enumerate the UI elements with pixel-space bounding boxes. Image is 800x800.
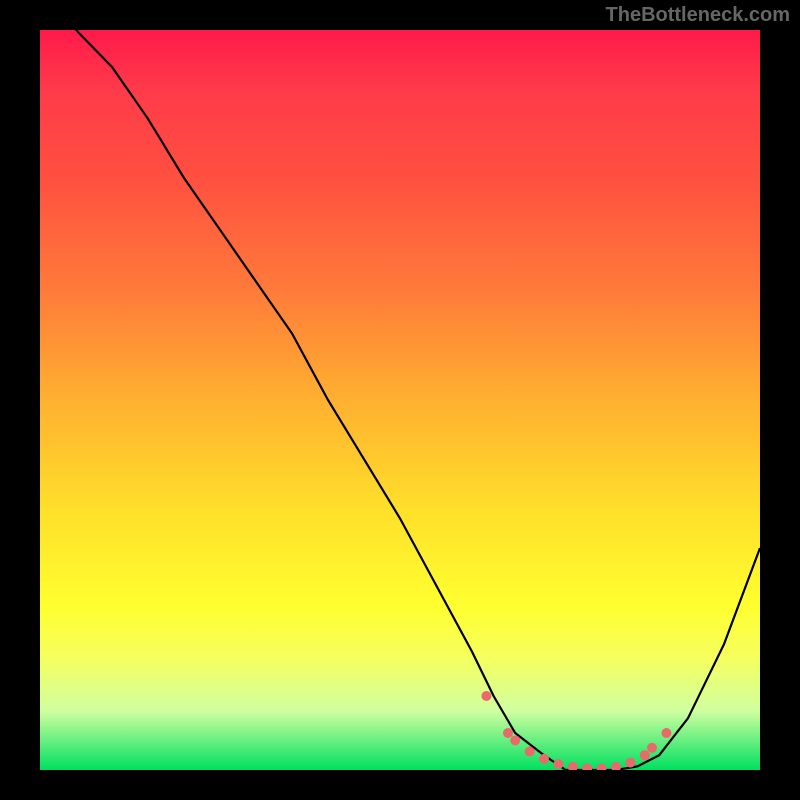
marker-dot bbox=[568, 762, 578, 770]
chart-area bbox=[40, 30, 760, 770]
bottleneck-curve bbox=[76, 30, 760, 770]
marker-dot bbox=[625, 758, 635, 768]
marker-dot bbox=[510, 735, 520, 745]
marker-dot bbox=[503, 728, 513, 738]
marker-dot bbox=[481, 691, 491, 701]
marker-dot bbox=[525, 747, 535, 757]
marker-dot bbox=[539, 754, 549, 764]
marker-dot bbox=[597, 764, 607, 771]
marker-dot bbox=[582, 764, 592, 771]
marker-dot bbox=[647, 743, 657, 753]
marker-dot bbox=[611, 762, 621, 770]
marker-dot bbox=[640, 750, 650, 760]
marker-dot bbox=[553, 759, 563, 769]
watermark-text: TheBottleneck.com bbox=[606, 4, 790, 27]
marker-dots bbox=[481, 691, 671, 770]
curve-svg bbox=[40, 30, 760, 770]
marker-dot bbox=[661, 728, 671, 738]
